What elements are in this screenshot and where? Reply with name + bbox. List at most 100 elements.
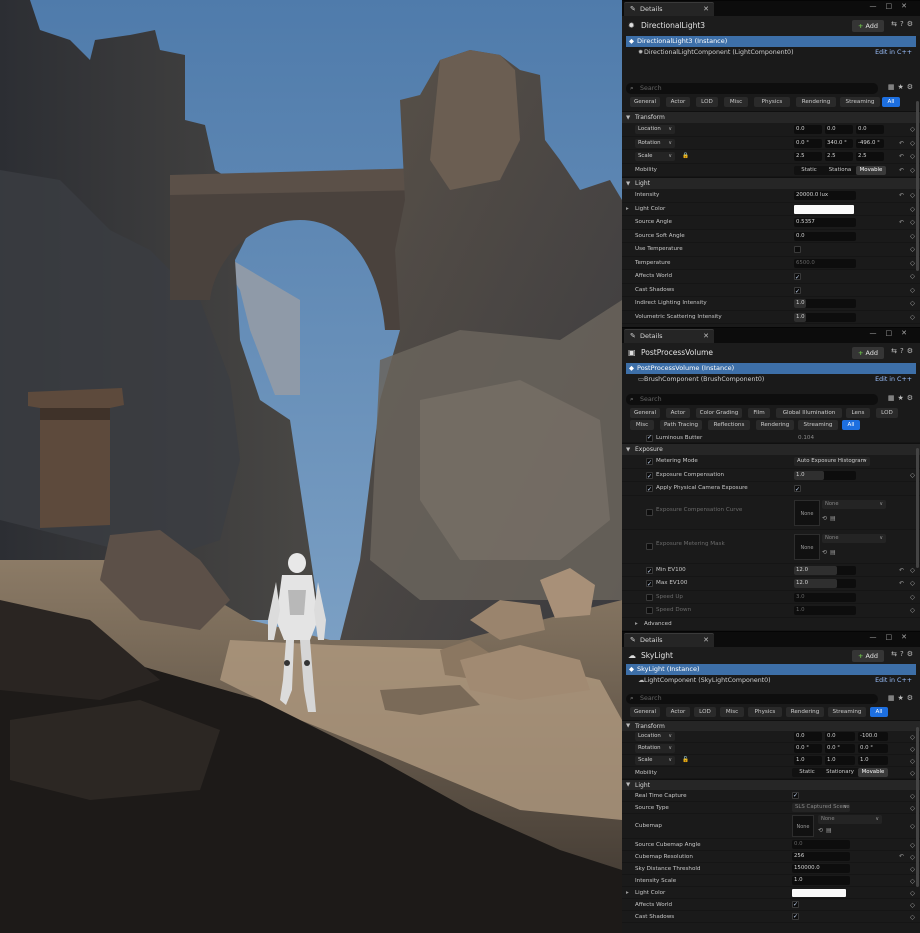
speed-up-checkbox[interactable] [646, 593, 653, 601]
keyframe-icon[interactable]: ◇ [910, 767, 915, 779]
reset-arrow-icon[interactable]: ↶ [899, 137, 904, 150]
keyframe-icon[interactable]: ◇ [910, 257, 915, 270]
cubemap-asset-dropdown[interactable]: None [818, 815, 882, 824]
edit-in-cpp-link[interactable]: Edit in C++ [875, 675, 912, 686]
category-exposure[interactable]: ▼ Exposure [622, 443, 920, 455]
metering-mode-dropdown[interactable]: Auto Exposure Histogram [794, 457, 870, 466]
filter-actor[interactable]: Actor [666, 707, 690, 717]
scale-x[interactable]: 2.5 [794, 152, 822, 161]
rotation-x[interactable]: 0.0 ° [794, 744, 822, 753]
search-options-icons[interactable]: ▦★⚙ [888, 694, 916, 702]
location-x[interactable]: 0.0 [794, 732, 822, 741]
min-ev-field[interactable]: 12.0 [794, 565, 856, 575]
indirect-intensity-field[interactable]: 1.0 [794, 299, 856, 308]
filter-path-tracing[interactable]: Path Tracing [660, 420, 702, 430]
keyframe-icon[interactable]: ◇ [910, 790, 915, 802]
keyframe-icon[interactable]: ◇ [910, 150, 915, 163]
keyframe-icon[interactable]: ◇ [910, 564, 915, 577]
location-y[interactable]: 0.0 [825, 125, 853, 134]
filter-misc[interactable]: Misc [630, 420, 654, 430]
speed-down-field[interactable]: 1.0 [794, 606, 856, 615]
light-color-swatch[interactable] [794, 204, 854, 214]
scale-dropdown[interactable]: Scale [635, 152, 675, 161]
cast-shadows-checkbox[interactable] [792, 911, 799, 923]
exposure-compensation-field[interactable]: 1.0 [794, 470, 856, 480]
real-time-capture-checkbox[interactable] [792, 790, 799, 802]
apply-physical-override-checkbox[interactable] [646, 483, 653, 496]
scale-z[interactable]: 2.5 [856, 152, 884, 161]
cubemap-angle-field[interactable]: 0.0 [792, 840, 850, 849]
category-light[interactable]: ▼ Light [622, 177, 920, 189]
add-component-button[interactable]: + Add [852, 347, 884, 359]
exposure-mask-checkbox[interactable] [646, 542, 653, 550]
exposure-curve-checkbox[interactable] [646, 508, 653, 516]
cubemap-thumbnail[interactable]: None [792, 815, 814, 837]
mobility-movable[interactable]: Movable [858, 768, 888, 777]
search-options-icons[interactable]: ▦★⚙ [888, 394, 916, 402]
filter-reflections[interactable]: Reflections [708, 420, 750, 430]
rotation-z[interactable]: 0.0 ° [858, 744, 888, 753]
filter-lens[interactable]: Lens [846, 408, 870, 418]
metering-mode-checkbox[interactable] [646, 456, 653, 469]
category-light[interactable]: ▼ Light [622, 779, 920, 790]
filter-rendering[interactable]: Rendering [786, 707, 824, 717]
reset-arrow-icon[interactable]: ↶ [899, 577, 904, 590]
edit-in-cpp-link[interactable]: Edit in C++ [875, 47, 912, 58]
lock-icon[interactable]: 🔒 [682, 150, 689, 163]
search-input[interactable]: ⌕ Search [626, 83, 878, 94]
component-row[interactable]: ☁ LightComponent (SkyLightComponent0) Edit… [626, 675, 916, 686]
reset-arrow-icon[interactable]: ↶ [899, 150, 904, 163]
filter-streaming[interactable]: Streaming [798, 420, 838, 430]
filter-physics[interactable]: Physics [748, 707, 782, 717]
filter-streaming[interactable]: Streaming [828, 707, 866, 717]
keyframe-icon[interactable]: ◇ [910, 604, 915, 617]
keyframe-icon[interactable]: ◇ [910, 591, 915, 604]
reset-arrow-icon[interactable]: ↶ [899, 851, 904, 863]
component-instance-row[interactable]: ◆ PostProcessVolume (Instance) [626, 363, 916, 374]
filter-all[interactable]: All [842, 420, 860, 430]
header-icons[interactable]: ⇆?⚙ [891, 650, 916, 658]
keyframe-icon[interactable]: ◇ [910, 297, 915, 310]
reset-arrow-icon[interactable]: ↶ [899, 189, 904, 202]
keyframe-icon[interactable]: ◇ [910, 899, 915, 911]
keyframe-icon[interactable]: ◇ [910, 230, 915, 243]
mobility-toggle[interactable]: Static Stationa Movable [794, 165, 886, 175]
temperature-field[interactable]: 6500.0 [794, 258, 856, 268]
window-buttons[interactable]: —□✕ [870, 2, 916, 10]
search-input[interactable]: ⌕ Search [626, 394, 878, 405]
search-options-icons[interactable]: ▦★⚙ [888, 83, 916, 91]
speed-up-field[interactable]: 3.0 [794, 592, 856, 602]
asset-browse-icons[interactable]: ⟲▤ [822, 512, 839, 525]
filter-rendering[interactable]: Rendering [796, 97, 836, 107]
keyframe-icon[interactable]: ◇ [910, 284, 915, 297]
cubemap-resolution-field[interactable]: 256 [792, 852, 850, 861]
rotation-y[interactable]: 0.0 ° [825, 744, 855, 753]
category-transform[interactable]: ▼ Transform [622, 111, 920, 123]
scale-y[interactable]: 1.0 [825, 756, 855, 765]
filter-global-illumination[interactable]: Global Illumination [776, 408, 842, 418]
affects-world-checkbox[interactable] [794, 271, 801, 284]
affects-world-checkbox[interactable] [792, 899, 799, 911]
keyframe-icon[interactable]: ◇ [910, 189, 915, 202]
location-z[interactable]: 0.0 [856, 125, 884, 134]
cast-shadows-checkbox[interactable] [794, 285, 801, 298]
mobility-static[interactable]: Static [794, 166, 824, 175]
apply-physical-checkbox[interactable] [794, 483, 801, 496]
keyframe-icon[interactable]: ◇ [910, 270, 915, 283]
intensity-field[interactable]: 20000.0 lux [794, 191, 856, 200]
actor-name[interactable]: DirectionalLight3 [641, 21, 705, 30]
keyframe-icon[interactable]: ◇ [910, 875, 915, 887]
rotation-z[interactable]: -496.0 ° [856, 138, 884, 148]
filter-physics[interactable]: Physics [754, 97, 790, 107]
filter-all[interactable]: All [870, 707, 888, 717]
mobility-movable[interactable]: Movable [856, 165, 886, 175]
filter-rendering[interactable]: Rendering [756, 420, 794, 430]
filter-film[interactable]: Film [748, 408, 770, 418]
min-ev-checkbox[interactable] [646, 565, 653, 578]
filter-actor[interactable]: Actor [666, 408, 690, 418]
filter-general[interactable]: General [630, 97, 660, 107]
lock-icon[interactable]: 🔓 [682, 754, 689, 767]
keyframe-icon[interactable]: ◇ [910, 469, 915, 482]
rotation-dropdown[interactable]: Rotation [635, 138, 675, 148]
asset-browse-icons[interactable]: ⟲▤ [818, 826, 835, 835]
